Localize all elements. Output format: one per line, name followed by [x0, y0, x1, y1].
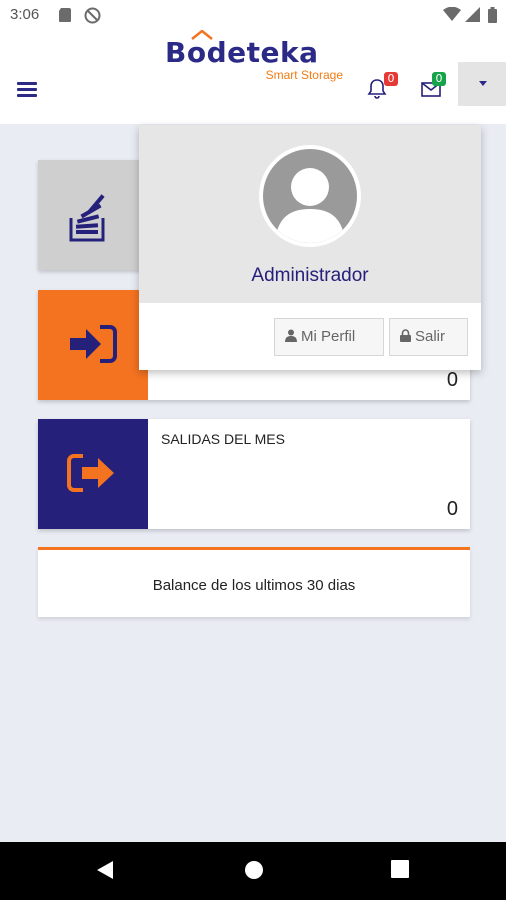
- exits-card-title: SALIDAS DEL MES: [161, 431, 285, 447]
- entries-card-icon-box: [38, 290, 148, 400]
- user-profile-dropdown: Administrador Mi Perfil Salir: [139, 125, 481, 370]
- status-bar: 3:06: [0, 0, 506, 30]
- notifications-button[interactable]: 0: [366, 72, 398, 102]
- logout-label: Salir: [415, 328, 446, 345]
- messages-button[interactable]: 0: [420, 72, 450, 102]
- entries-card-value: 0: [446, 369, 458, 391]
- user-icon: [285, 329, 297, 342]
- sign-in-icon: [70, 325, 117, 363]
- lock-icon: [400, 329, 411, 342]
- status-time: 3:06: [10, 6, 40, 23]
- menu-bar-icon: [17, 94, 37, 97]
- sd-card-icon: [59, 8, 71, 22]
- my-profile-label: Mi Perfil: [301, 328, 356, 345]
- stock-card-icon-box: [38, 160, 148, 270]
- balance-panel: Balance de los ultimos 30 dias: [38, 547, 470, 617]
- logout-button[interactable]: Salir: [389, 318, 468, 356]
- caret-down-icon: [479, 81, 487, 86]
- avatar: [259, 145, 361, 247]
- stack-icon: [69, 194, 105, 242]
- wifi-icon: [443, 7, 461, 21]
- logo-subtitle: Smart Storage: [265, 68, 343, 82]
- signal-icon: [465, 7, 480, 22]
- sign-out-icon: [67, 454, 114, 492]
- exits-card-icon-box: [38, 419, 148, 529]
- profile-name: Administrador: [251, 265, 369, 286]
- notifications-badge: 0: [384, 72, 398, 86]
- my-profile-button[interactable]: Mi Perfil: [274, 318, 384, 356]
- user-silhouette-icon: [275, 168, 345, 243]
- menu-bar-icon: [17, 82, 37, 85]
- logo-title: Bodeteka: [165, 36, 319, 69]
- exits-card-value: 0: [446, 498, 458, 520]
- balance-title: Balance de los ultimos 30 dias: [152, 577, 356, 594]
- menu-bar-icon: [17, 88, 37, 91]
- user-menu-toggle[interactable]: [458, 62, 506, 106]
- profile-header: Administrador: [139, 125, 481, 303]
- messages-badge: 0: [432, 72, 446, 86]
- do-not-disturb-icon: [84, 7, 101, 24]
- exits-card[interactable]: SALIDAS DEL MES 0: [38, 419, 470, 529]
- app-logo[interactable]: Bodeteka Smart Storage: [165, 30, 345, 86]
- home-icon[interactable]: [244, 860, 264, 880]
- app-header: Bodeteka Smart Storage 0 0: [0, 30, 506, 124]
- back-icon[interactable]: [96, 860, 114, 880]
- hamburger-menu-button[interactable]: [17, 82, 37, 100]
- battery-icon: [488, 7, 497, 23]
- system-navigation-bar: [0, 842, 506, 900]
- recents-icon[interactable]: [391, 860, 409, 878]
